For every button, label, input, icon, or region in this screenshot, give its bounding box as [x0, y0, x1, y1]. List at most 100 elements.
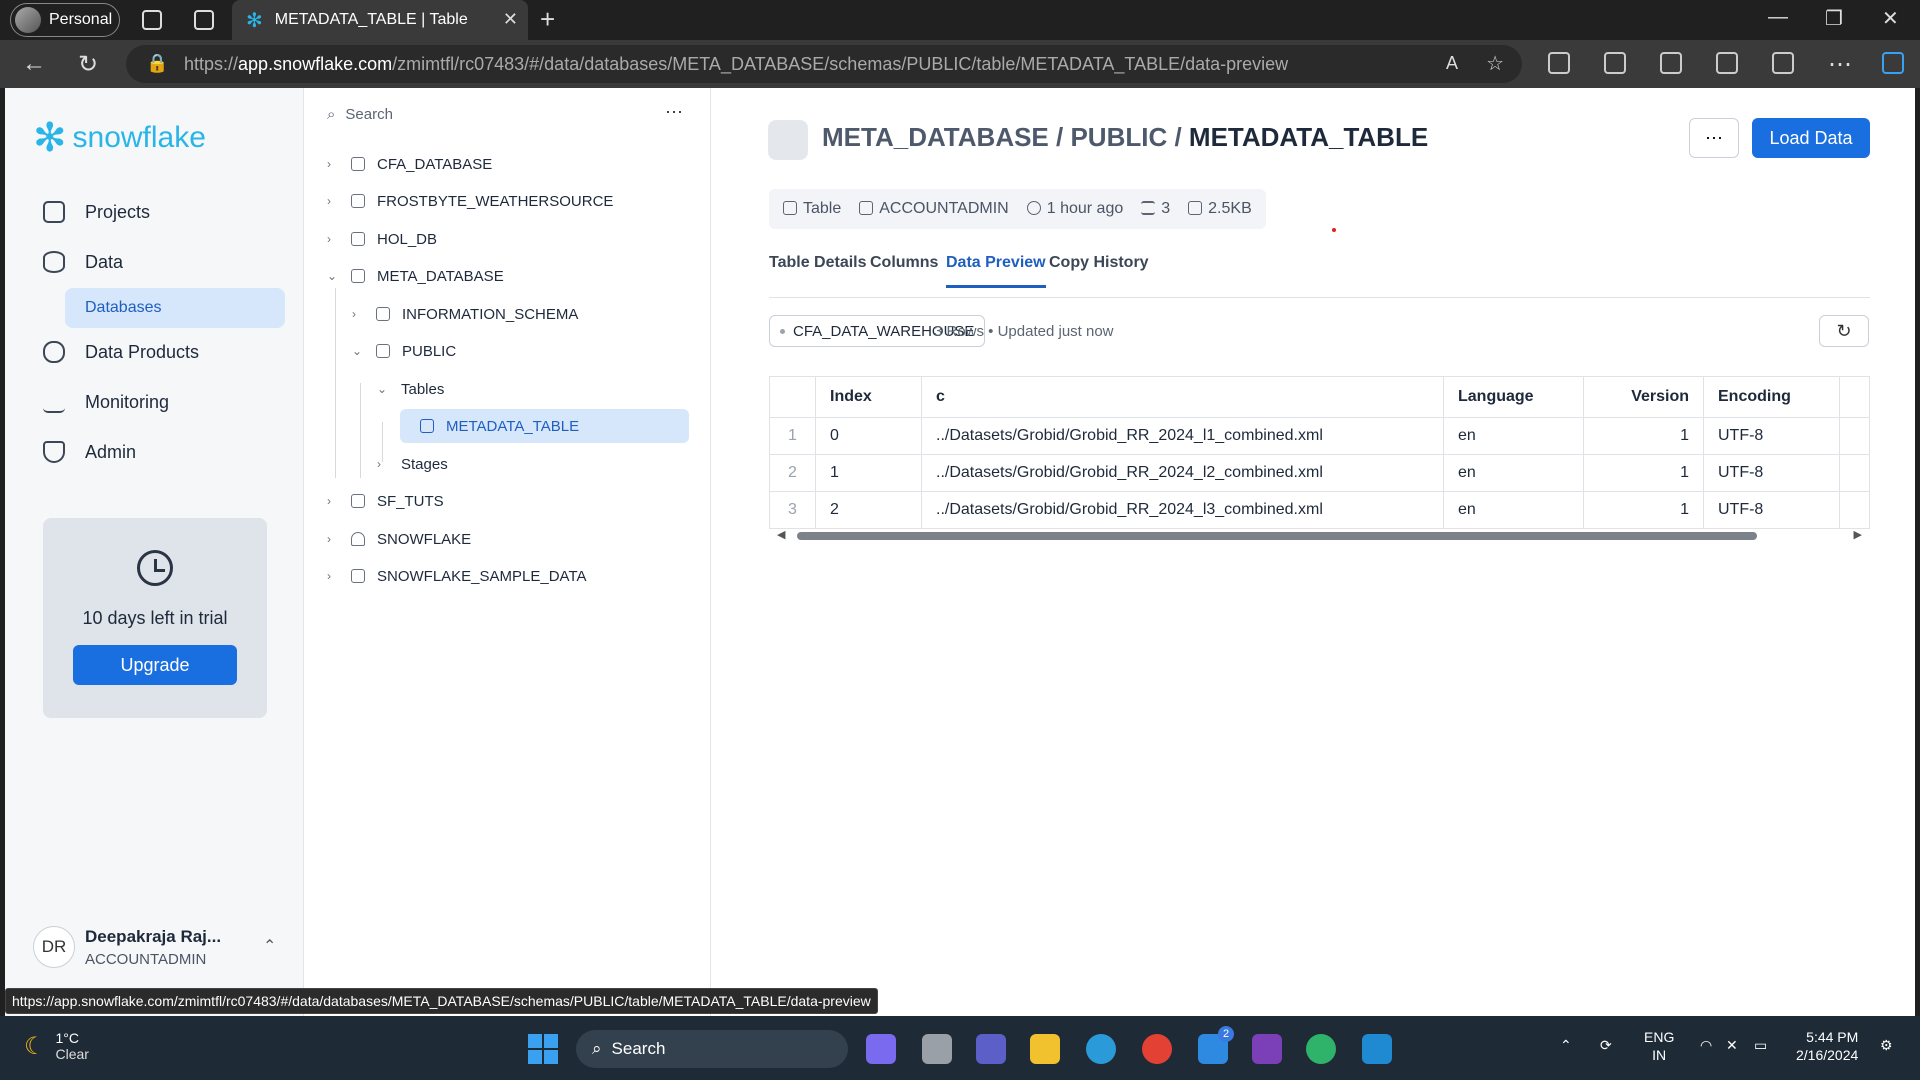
cell[interactable]: ../Datasets/Grobid/Grobid_RR_2024_l1_com…: [921, 417, 1444, 455]
vscode-icon[interactable]: [1362, 1034, 1392, 1064]
tab-actions-icon[interactable]: [194, 10, 214, 30]
column-header[interactable]: c: [921, 376, 1444, 418]
close-tab-icon[interactable]: ✕: [503, 9, 518, 30]
cell[interactable]: UTF-8: [1703, 417, 1840, 455]
sidebar-item-projects[interactable]: Projects: [43, 201, 150, 223]
back-icon[interactable]: ←: [22, 50, 46, 78]
cell[interactable]: UTF-8: [1703, 491, 1840, 529]
minimize-icon[interactable]: —: [1768, 6, 1788, 29]
notifications-icon[interactable]: ⚙: [1880, 1036, 1893, 1054]
tree-node[interactable]: › FROSTBYTE_WEATHERSOURCE: [327, 184, 613, 218]
tab-data-preview[interactable]: Data Preview: [946, 254, 1046, 288]
sidebar-item-monitoring[interactable]: Monitoring: [43, 391, 169, 413]
scroll-left-icon[interactable]: ◀: [777, 528, 785, 541]
breadcrumb-schema[interactable]: PUBLIC: [1070, 122, 1167, 152]
workspaces-icon[interactable]: [142, 10, 162, 30]
column-header[interactable]: Language: [1443, 376, 1584, 418]
language-indicator[interactable]: ENG IN: [1644, 1028, 1674, 1064]
table-row[interactable]: 1 0 ../Datasets/Grobid/Grobid_RR_2024_l1…: [769, 417, 1870, 455]
more-actions-button[interactable]: ⋯: [1689, 118, 1739, 158]
maximize-icon[interactable]: ❐: [1825, 6, 1843, 31]
cell[interactable]: en: [1443, 417, 1584, 455]
tree-node[interactable]: › INFORMATION_SCHEMA: [352, 297, 578, 331]
file-explorer-icon[interactable]: [1030, 1034, 1060, 1064]
breadcrumb-database[interactable]: META_DATABASE: [822, 122, 1049, 152]
tab-columns[interactable]: Columns: [870, 254, 938, 272]
refresh-icon[interactable]: ↻: [78, 50, 98, 79]
copilot-icon[interactable]: [1882, 52, 1904, 74]
chevron-up-icon[interactable]: ⌃: [263, 936, 276, 956]
cell[interactable]: UTF-8: [1703, 454, 1840, 492]
column-header[interactable]: Version: [1583, 376, 1704, 418]
column-header[interactable]: Index: [815, 376, 922, 418]
wifi-icon[interactable]: ◠: [1700, 1036, 1712, 1054]
column-header[interactable]: Encoding: [1703, 376, 1840, 418]
new-tab-icon[interactable]: +: [540, 4, 555, 35]
sidebar-item-admin[interactable]: Admin: [43, 441, 136, 463]
url-bar[interactable]: 🔒 https://app.snowflake.com/zmimtfl/rc07…: [126, 45, 1522, 83]
weather-widget[interactable]: ☾ 1°C Clear: [24, 1030, 89, 1062]
user-menu[interactable]: DR Deepakraja Raj... ACCOUNTADMIN ⌃: [33, 926, 276, 968]
horizontal-scrollbar[interactable]: ◀ ▶: [769, 528, 1870, 542]
table-row[interactable]: 2 1 ../Datasets/Grobid/Grobid_RR_2024_l2…: [769, 454, 1870, 492]
tree-node[interactable]: ⌄ PUBLIC: [352, 334, 456, 368]
tree-node[interactable]: › SF_TUTS: [327, 484, 444, 518]
snowflake-logo[interactable]: ✻ snowflake: [33, 118, 206, 158]
cell[interactable]: ../Datasets/Grobid/Grobid_RR_2024_l2_com…: [921, 454, 1444, 492]
chrome-icon[interactable]: [1142, 1034, 1172, 1064]
favorite-icon[interactable]: ☆: [1486, 51, 1504, 76]
chevron-up-icon[interactable]: ⌃: [1560, 1036, 1572, 1054]
scrollbar-thumb[interactable]: [797, 532, 1757, 540]
tab-table-details[interactable]: Table Details: [769, 254, 867, 272]
start-button[interactable]: [528, 1034, 558, 1064]
cell[interactable]: 1: [1583, 454, 1704, 492]
onenote-icon[interactable]: [1252, 1034, 1282, 1064]
cell[interactable]: 2: [815, 491, 922, 529]
browser-menu-icon[interactable]: ⋯: [1828, 50, 1852, 79]
read-aloud-icon[interactable]: A: [1446, 53, 1458, 74]
sidebar-item-databases[interactable]: Databases: [65, 288, 285, 328]
active-tab[interactable]: ✻ METADATA_TABLE | Table ✕: [232, 0, 528, 40]
sync-icon[interactable]: ⟳: [1600, 1036, 1612, 1054]
tree-node[interactable]: ⌄ META_DATABASE: [327, 259, 504, 293]
volume-muted-icon[interactable]: ✕: [1726, 1036, 1738, 1054]
tree-node[interactable]: › SNOWFLAKE_SAMPLE_DATA: [327, 559, 587, 593]
sidebar-item-data[interactable]: Data: [43, 251, 123, 273]
close-window-icon[interactable]: ✕: [1882, 6, 1899, 31]
profile-button[interactable]: Personal: [10, 3, 120, 37]
tree-node[interactable]: › Stages: [377, 447, 448, 481]
cell[interactable]: 0: [815, 417, 922, 455]
file-app-icon[interactable]: [922, 1034, 952, 1064]
sidebar-item-data-products[interactable]: Data Products: [43, 341, 199, 363]
table-row[interactable]: 3 2 ../Datasets/Grobid/Grobid_RR_2024_l3…: [769, 491, 1870, 529]
edge-dev-icon[interactable]: [1306, 1034, 1336, 1064]
collections-icon[interactable]: [1716, 52, 1738, 74]
cell[interactable]: ../Datasets/Grobid/Grobid_RR_2024_l3_com…: [921, 491, 1444, 529]
tree-node[interactable]: ⌄ Tables: [377, 372, 444, 406]
cell[interactable]: en: [1443, 454, 1584, 492]
more-options-icon[interactable]: ⋯: [665, 102, 683, 123]
tree-node[interactable]: › SNOWFLAKE: [327, 522, 471, 556]
copilot-app-icon[interactable]: [866, 1034, 896, 1064]
health-icon[interactable]: [1772, 52, 1794, 74]
load-data-button[interactable]: Load Data: [1752, 118, 1870, 158]
extension-icon[interactable]: [1548, 52, 1570, 74]
battery-icon[interactable]: ▭: [1754, 1036, 1767, 1054]
scroll-right-icon[interactable]: ▶: [1854, 528, 1862, 541]
refresh-button[interactable]: ↻: [1819, 315, 1869, 347]
cell[interactable]: en: [1443, 491, 1584, 529]
search-input[interactable]: ⌕ Search: [327, 106, 393, 123]
tree-node-selected[interactable]: METADATA_TABLE: [400, 409, 689, 443]
clock[interactable]: 5:44 PM 2/16/2024: [1796, 1028, 1858, 1064]
extensions-icon[interactable]: [1604, 52, 1626, 74]
cell[interactable]: 1: [815, 454, 922, 492]
cell[interactable]: 1: [1583, 491, 1704, 529]
tab-copy-history[interactable]: Copy History: [1049, 254, 1149, 272]
tree-node[interactable]: › HOL_DB: [327, 222, 437, 256]
todo-icon[interactable]: 2: [1198, 1026, 1234, 1064]
edge-icon[interactable]: [1086, 1034, 1116, 1064]
tree-node[interactable]: › CFA_DATABASE: [327, 147, 492, 181]
teams-icon[interactable]: [976, 1034, 1006, 1064]
cell[interactable]: 1: [1583, 417, 1704, 455]
upgrade-button[interactable]: Upgrade: [73, 645, 237, 685]
